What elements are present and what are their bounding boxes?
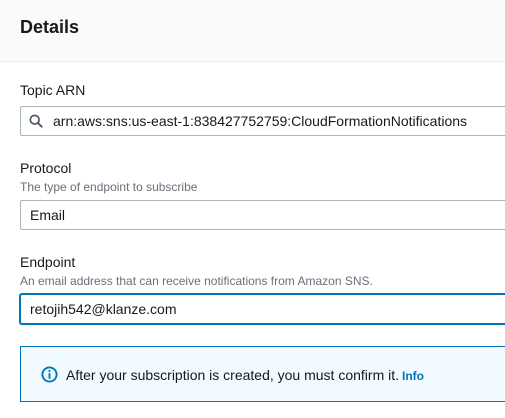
- panel-title: Details: [20, 17, 80, 37]
- protocol-label: Protocol: [20, 160, 72, 176]
- protocol-value: Email: [30, 207, 66, 223]
- alert-text: After your subscription is created, you …: [66, 367, 400, 383]
- info-icon: [41, 366, 58, 383]
- panel-header: Details: [0, 0, 505, 62]
- alert-message: After your subscription is created, you …: [66, 367, 424, 383]
- topic-arn-value: arn:aws:sns:us-east-1:838427752759:Cloud…: [53, 113, 468, 129]
- protocol-select[interactable]: Email: [20, 200, 505, 230]
- details-panel: Details Topic ARN arn:aws:sns:us-east-1:…: [0, 0, 505, 418]
- info-link[interactable]: Info: [402, 369, 424, 383]
- endpoint-input[interactable]: retojih542@klanze.com: [20, 294, 505, 324]
- topic-arn-label: Topic ARN: [20, 82, 86, 98]
- endpoint-value: retojih542@klanze.com: [30, 301, 177, 317]
- endpoint-label: Endpoint: [20, 254, 76, 270]
- protocol-description: The type of endpoint to subscribe: [20, 180, 198, 194]
- info-alert: After your subscription is created, you …: [20, 346, 505, 402]
- endpoint-description: An email address that can receive notifi…: [20, 274, 373, 288]
- topic-arn-input[interactable]: arn:aws:sns:us-east-1:838427752759:Cloud…: [20, 106, 505, 136]
- search-icon: [29, 114, 43, 128]
